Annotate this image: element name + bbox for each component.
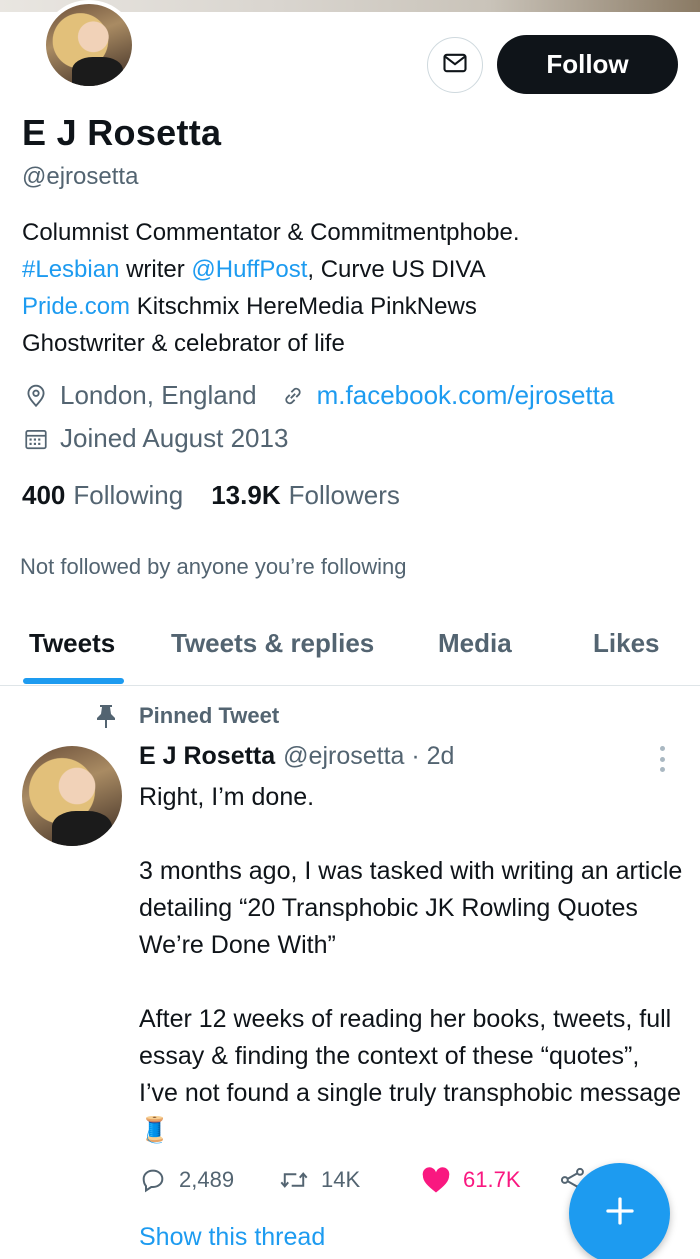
tab-tweets[interactable]: Tweets	[29, 628, 115, 659]
profile-tabs: Tweets Tweets & replies Media Likes	[0, 612, 700, 686]
bio-line: #Lesbian writer @HuffPost, Curve US DIVA	[22, 251, 682, 288]
following-stat[interactable]: 400 Following	[22, 480, 183, 511]
following-label: Following	[73, 480, 184, 510]
profile-bio: Columnist Commentator & Commitmentphobe.…	[22, 214, 682, 362]
active-tab-indicator	[23, 678, 124, 684]
followers-count: 13.9K	[211, 480, 281, 510]
hashtag-link[interactable]: #Lesbian	[22, 256, 119, 283]
calendar-icon	[22, 425, 50, 453]
pin-icon	[94, 703, 124, 729]
follow-button[interactable]: Follow	[497, 35, 678, 94]
reply-icon	[139, 1166, 167, 1194]
tweet-author-name[interactable]: E J Rosetta	[139, 742, 275, 771]
bio-line: Pride.com Kitschmix HereMedia PinkNews	[22, 288, 682, 325]
heart-icon	[421, 1166, 451, 1194]
tab-likes[interactable]: Likes	[593, 628, 660, 659]
site-link[interactable]: Pride.com	[22, 293, 130, 320]
profile-handle: @ejrosetta	[22, 163, 139, 190]
tab-media[interactable]: Media	[438, 628, 512, 659]
bio-line: Ghostwriter & celebrator of life	[22, 330, 345, 357]
compose-tweet-button[interactable]	[569, 1163, 670, 1259]
profile-joined: Joined August 2013	[60, 423, 289, 453]
profile-website-link[interactable]: m.facebook.com/ejrosetta	[317, 380, 615, 411]
tweet-author-meta: @ejrosetta · 2d	[283, 742, 455, 770]
bio-text: , Curve US DIVA	[307, 256, 486, 283]
pinned-tweet-label: Pinned Tweet	[94, 703, 279, 729]
like-count: 61.7K	[463, 1167, 521, 1192]
bio-text: Kitschmix HereMedia PinkNews	[130, 293, 477, 320]
tab-tweets-replies[interactable]: Tweets & replies	[171, 628, 374, 659]
link-icon	[279, 382, 307, 410]
followers-label: Followers	[288, 480, 400, 510]
followers-stat[interactable]: 13.9K Followers	[211, 480, 400, 511]
more-options-icon[interactable]	[655, 744, 669, 774]
bio-text: writer	[119, 256, 192, 283]
following-count: 400	[22, 480, 66, 510]
profile-location: London, England	[60, 380, 257, 410]
retweet-icon	[279, 1166, 309, 1194]
tweet-author-avatar[interactable]	[22, 746, 122, 846]
tweet-header: E J Rosetta @ejrosetta · 2d	[139, 742, 454, 771]
message-button[interactable]	[427, 37, 483, 93]
profile-meta-row: London, England m.facebook.com/ejrosetta	[22, 380, 614, 411]
plus-icon	[602, 1193, 638, 1234]
profile-joined-row: Joined August 2013	[22, 423, 288, 454]
profile-avatar[interactable]	[42, 0, 136, 90]
pinned-label-text: Pinned Tweet	[139, 703, 280, 728]
retweet-count: 14K	[321, 1167, 361, 1192]
like-button[interactable]: 61.7K	[421, 1162, 521, 1198]
tweet-text[interactable]: Right, I’m done. 3 months ago, I was tas…	[139, 779, 684, 1149]
profile-name: E J Rosetta	[22, 112, 222, 153]
reply-count: 2,489	[179, 1167, 235, 1192]
profile-stats: 400 Following 13.9K Followers	[22, 480, 428, 511]
mention-link[interactable]: @HuffPost	[191, 256, 307, 283]
envelope-icon	[441, 49, 469, 82]
show-thread-link[interactable]: Show this thread	[139, 1223, 325, 1252]
bio-line: Columnist Commentator & Commitmentphobe.	[22, 219, 520, 246]
retweet-button[interactable]: 14K	[279, 1162, 360, 1198]
location-pin-icon	[22, 382, 50, 410]
reply-button[interactable]: 2,489	[139, 1162, 234, 1198]
not-followed-notice: Not followed by anyone you’re following	[20, 554, 407, 579]
